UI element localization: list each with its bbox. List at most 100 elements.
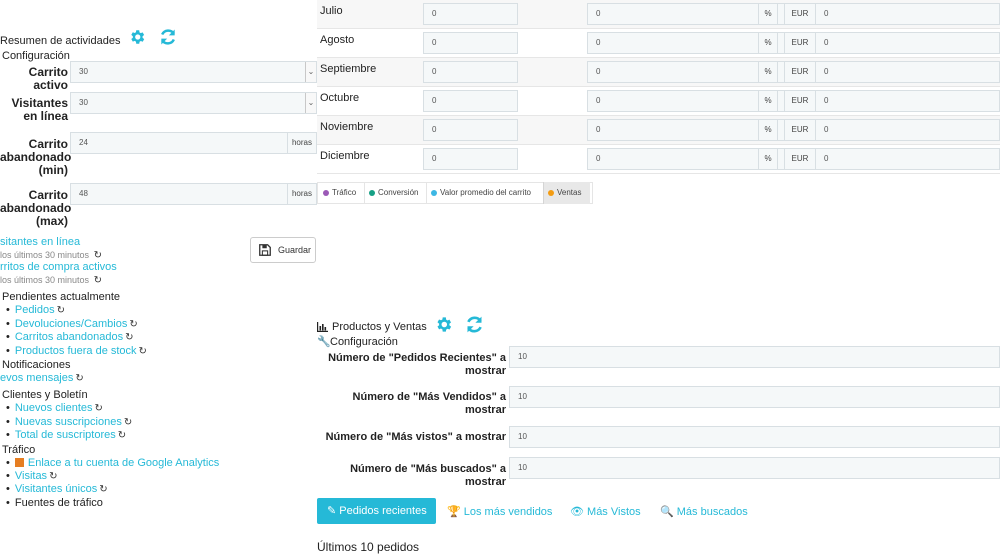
percent-addon: % xyxy=(758,119,778,141)
legend-conversion[interactable]: Conversión xyxy=(364,182,422,204)
customers-list: Nuevos clientes↻ Nuevas suscripciones↻ T… xyxy=(6,402,132,443)
traffic-value-input[interactable]: 0 xyxy=(423,148,518,170)
active-cart-value: 30 xyxy=(79,67,88,76)
new-customers-link[interactable]: Nuevos clientes xyxy=(15,402,93,414)
tab-most-searched-text: Más buscados xyxy=(676,506,748,518)
google-analytics-link[interactable]: Enlace a tu cuenta de Google Analytics xyxy=(28,457,219,469)
refresh-icon[interactable] xyxy=(158,27,178,47)
chevron-down-icon: ⌄ xyxy=(305,93,316,113)
best-sellers-count-value: 10 xyxy=(518,392,527,401)
new-messages-link[interactable]: evos mensajes xyxy=(0,372,73,384)
pending-returns-link[interactable]: Devoluciones/Cambios xyxy=(15,318,128,330)
abandoned-min-input[interactable]: 24 xyxy=(70,132,288,154)
month-label: Octubre xyxy=(320,92,360,104)
refresh-icon[interactable]: ↻ xyxy=(99,484,107,495)
activity-config-link[interactable]: Configuración xyxy=(2,50,70,62)
gear-icon[interactable] xyxy=(434,315,453,334)
table-row: Noviembre 0 0% EUR 0 xyxy=(317,116,1000,145)
sales-value-input[interactable]: 0 xyxy=(815,119,1000,141)
pending-title: Pendientes actualmente xyxy=(2,291,121,303)
chevron-down-icon: ⌄ xyxy=(305,62,316,82)
refresh-icon[interactable]: ↻ xyxy=(139,346,147,357)
refresh-icon[interactable]: ↻ xyxy=(94,250,102,261)
active-cart-select[interactable]: 30 ⌄ xyxy=(70,61,317,83)
total-subscribers-link[interactable]: Total de suscriptores xyxy=(15,429,116,441)
trophy-icon: 🏆 xyxy=(447,506,461,518)
best-sellers-count-input[interactable]: 10 xyxy=(509,386,1000,408)
gear-icon[interactable] xyxy=(128,28,146,46)
refresh-icon[interactable]: ↻ xyxy=(95,403,103,414)
tab-recent-orders[interactable]: ✎ Pedidos recientes xyxy=(317,498,436,524)
currency-addon: EUR xyxy=(784,3,816,25)
percent-addon: % xyxy=(758,90,778,112)
hours-addon: horas xyxy=(287,183,317,205)
refresh-icon[interactable]: ↻ xyxy=(129,319,137,330)
save-button[interactable]: Guardar xyxy=(250,237,316,263)
currency-addon: EUR xyxy=(784,90,816,112)
hours-addon: horas xyxy=(287,132,317,154)
legend-sales[interactable]: Ventas xyxy=(543,182,590,204)
wrench-icon: 🔧 xyxy=(317,336,331,348)
tab-best-sellers[interactable]: 🏆 Los más vendidos xyxy=(447,505,552,518)
online-visitors-sub: los últimos 30 minutos ↻ xyxy=(0,250,102,261)
legend-avg-cart[interactable]: Valor promedio del carrito xyxy=(426,182,535,204)
sales-value-input[interactable]: 0 xyxy=(815,148,1000,170)
percent-addon: % xyxy=(758,32,778,54)
products-config-link[interactable]: Configuración xyxy=(330,336,398,348)
sales-value-input[interactable]: 0 xyxy=(815,32,1000,54)
online-visitors-link[interactable]: sitantes en línea xyxy=(0,236,80,248)
visits-link[interactable]: Visitas xyxy=(15,470,47,482)
legend-label: Tráfico xyxy=(332,188,357,197)
traffic-title: Tráfico xyxy=(2,444,36,456)
tab-most-viewed-text: Más Vistos xyxy=(587,506,641,518)
active-carts-link[interactable]: rritos de compra activos xyxy=(0,261,117,273)
traffic-value-input[interactable]: 0 xyxy=(423,32,518,54)
table-row: Octubre 0 0% EUR 0 xyxy=(317,87,1000,116)
traffic-list: Enlace a tu cuenta de Google Analytics V… xyxy=(6,457,219,509)
legend-label: Conversión xyxy=(378,188,419,197)
products-title: Productos y Ventas xyxy=(332,321,427,333)
list-item: Pedidos↻ xyxy=(6,304,147,318)
refresh-icon[interactable]: ↻ xyxy=(118,430,126,441)
refresh-icon[interactable]: ↻ xyxy=(125,332,133,343)
traffic-value-input[interactable]: 0 xyxy=(423,119,518,141)
sales-value-input[interactable]: 0 xyxy=(815,3,1000,25)
refresh-icon[interactable] xyxy=(464,314,485,335)
pending-outofstock-link[interactable]: Productos fuera de stock xyxy=(15,345,137,357)
most-searched-count-input[interactable]: 10 xyxy=(509,457,1000,479)
notifications-title: Notificaciones xyxy=(2,359,71,371)
unique-visitors-link[interactable]: Visitantes únicos xyxy=(15,483,97,495)
refresh-icon[interactable]: ↻ xyxy=(75,373,83,384)
abandoned-min-value: 24 xyxy=(79,138,88,147)
most-viewed-count-input[interactable]: 10 xyxy=(509,426,1000,448)
legend-dot xyxy=(369,189,375,196)
recent-orders-count-input[interactable]: 10 xyxy=(509,346,1000,368)
legend-dot xyxy=(431,189,437,196)
refresh-icon[interactable]: ↻ xyxy=(124,417,132,428)
pending-abandoned-link[interactable]: Carritos abandonados xyxy=(15,331,123,343)
tab-recent-orders-text: Pedidos recientes xyxy=(339,505,427,517)
refresh-icon[interactable]: ↻ xyxy=(94,275,102,286)
sales-value-input[interactable]: 0 xyxy=(815,90,1000,112)
floppy-disk-icon xyxy=(259,244,271,256)
new-subscriptions-link[interactable]: Nuevas suscripciones xyxy=(15,416,122,428)
currency-addon: EUR xyxy=(784,32,816,54)
online-visitors-select[interactable]: 30 ⌄ xyxy=(70,92,317,114)
month-label: Agosto xyxy=(320,34,355,46)
traffic-value-input[interactable]: 0 xyxy=(423,61,518,83)
tab-most-viewed[interactable]: 👁 Más Vistos xyxy=(570,505,641,518)
tab-most-searched[interactable]: 🔍 Más buscados xyxy=(660,505,748,518)
pending-orders-link[interactable]: Pedidos xyxy=(15,304,55,316)
list-item: Visitas↻ xyxy=(6,470,219,484)
refresh-icon[interactable]: ↻ xyxy=(57,305,65,316)
list-item: Visitantes únicos↻ xyxy=(6,483,219,497)
traffic-value-input[interactable]: 0 xyxy=(423,3,518,25)
abandoned-min-label: Carrito abandonado (min) xyxy=(0,137,72,177)
table-row: Agosto 0 0% EUR 0 xyxy=(317,29,1000,58)
abandoned-max-input[interactable]: 48 xyxy=(70,183,288,205)
sales-value-input[interactable]: 0 xyxy=(815,61,1000,83)
refresh-icon[interactable]: ↻ xyxy=(49,471,57,482)
legend-traffic[interactable]: Tráfico xyxy=(319,182,360,204)
best-sellers-count-label: Número de "Más Vendidos" a mostrar xyxy=(352,391,506,416)
traffic-value-input[interactable]: 0 xyxy=(423,90,518,112)
